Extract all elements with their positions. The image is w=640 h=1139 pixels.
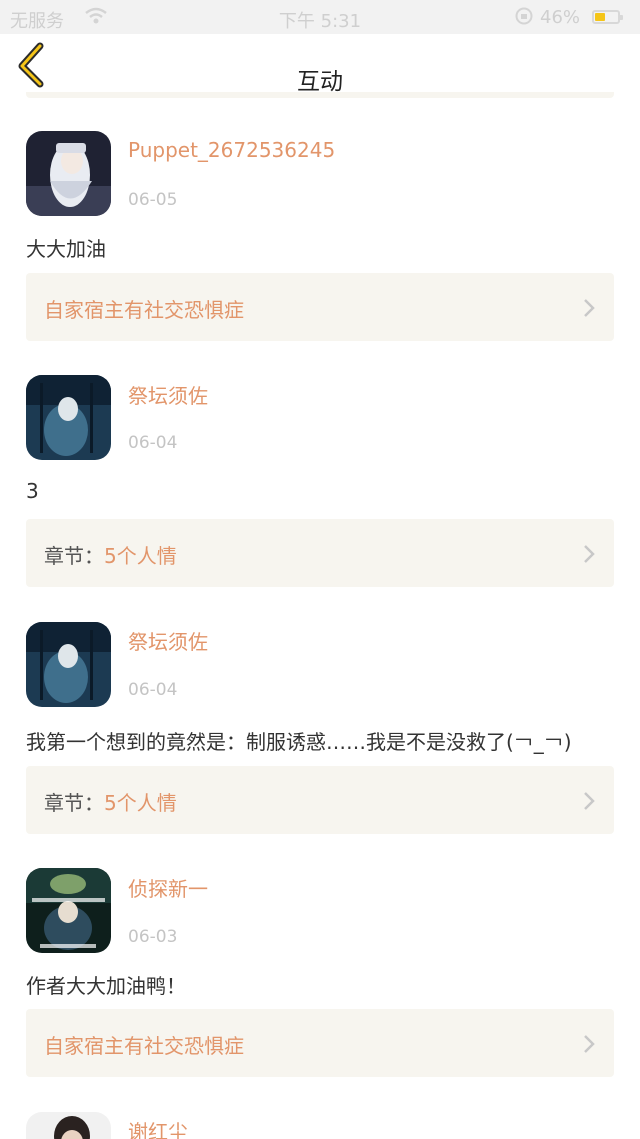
- avatar[interactable]: [26, 622, 111, 707]
- status-bar: 无服务 下午 5:31 46%: [0, 0, 640, 34]
- username[interactable]: 祭坛须佐: [128, 380, 208, 409]
- avatar[interactable]: [26, 1112, 111, 1139]
- reference-label: 章节：5个人情: [44, 540, 177, 569]
- reference-label: 章节：5个人情: [44, 787, 177, 816]
- chevron-right-icon: [584, 299, 595, 317]
- reference-label: 自家宿主有社交恐惧症: [44, 294, 244, 323]
- page-title: 互动: [297, 69, 343, 95]
- comment-date: 06-04: [128, 680, 178, 700]
- reference-card[interactable]: 章节：5个人情: [26, 766, 614, 834]
- reference-label: 自家宿主有社交恐惧症: [44, 1030, 244, 1059]
- comment-date: 06-03: [128, 927, 178, 947]
- comment-text: 大大加油: [26, 237, 106, 261]
- nav-bar: 互动: [0, 34, 640, 95]
- comment-text: 我第一个想到的竟然是：制服诱惑……我是不是没救了(￢_￢): [26, 730, 572, 754]
- chevron-right-icon: [584, 545, 595, 563]
- username[interactable]: 祭坛须佐: [128, 626, 208, 655]
- rotation-lock-icon: [514, 6, 534, 31]
- comment-date: 06-05: [128, 190, 178, 210]
- reference-prefix: 章节：: [44, 544, 104, 568]
- comment-text: 作者大大加油鸭！: [26, 974, 186, 998]
- reference-card[interactable]: 自家宿主有社交恐惧症: [26, 273, 614, 341]
- reference-title: 自家宿主有社交恐惧症: [44, 298, 244, 322]
- comment-date: 06-04: [128, 433, 178, 453]
- reference-title: 5个人情: [104, 791, 177, 815]
- username[interactable]: Puppet_2672536245: [128, 138, 335, 162]
- username[interactable]: 谢红尘: [128, 1116, 188, 1139]
- comment-text: 3: [26, 479, 39, 503]
- username[interactable]: 侦探新一: [128, 873, 208, 902]
- reference-prefix: 章节：: [44, 791, 104, 815]
- reference-title: 自家宿主有社交恐惧症: [44, 1034, 244, 1058]
- reference-title: 5个人情: [104, 544, 177, 568]
- chevron-right-icon: [584, 1035, 595, 1053]
- chevron-right-icon: [584, 792, 595, 810]
- avatar[interactable]: [26, 375, 111, 460]
- battery-percent: 46%: [540, 7, 581, 28]
- avatar[interactable]: [26, 131, 111, 216]
- reference-card[interactable]: 章节：5个人情: [26, 519, 614, 587]
- battery-icon: [592, 10, 623, 24]
- reference-card[interactable]: 自家宿主有社交恐惧症: [26, 1009, 614, 1077]
- avatar[interactable]: [26, 868, 111, 953]
